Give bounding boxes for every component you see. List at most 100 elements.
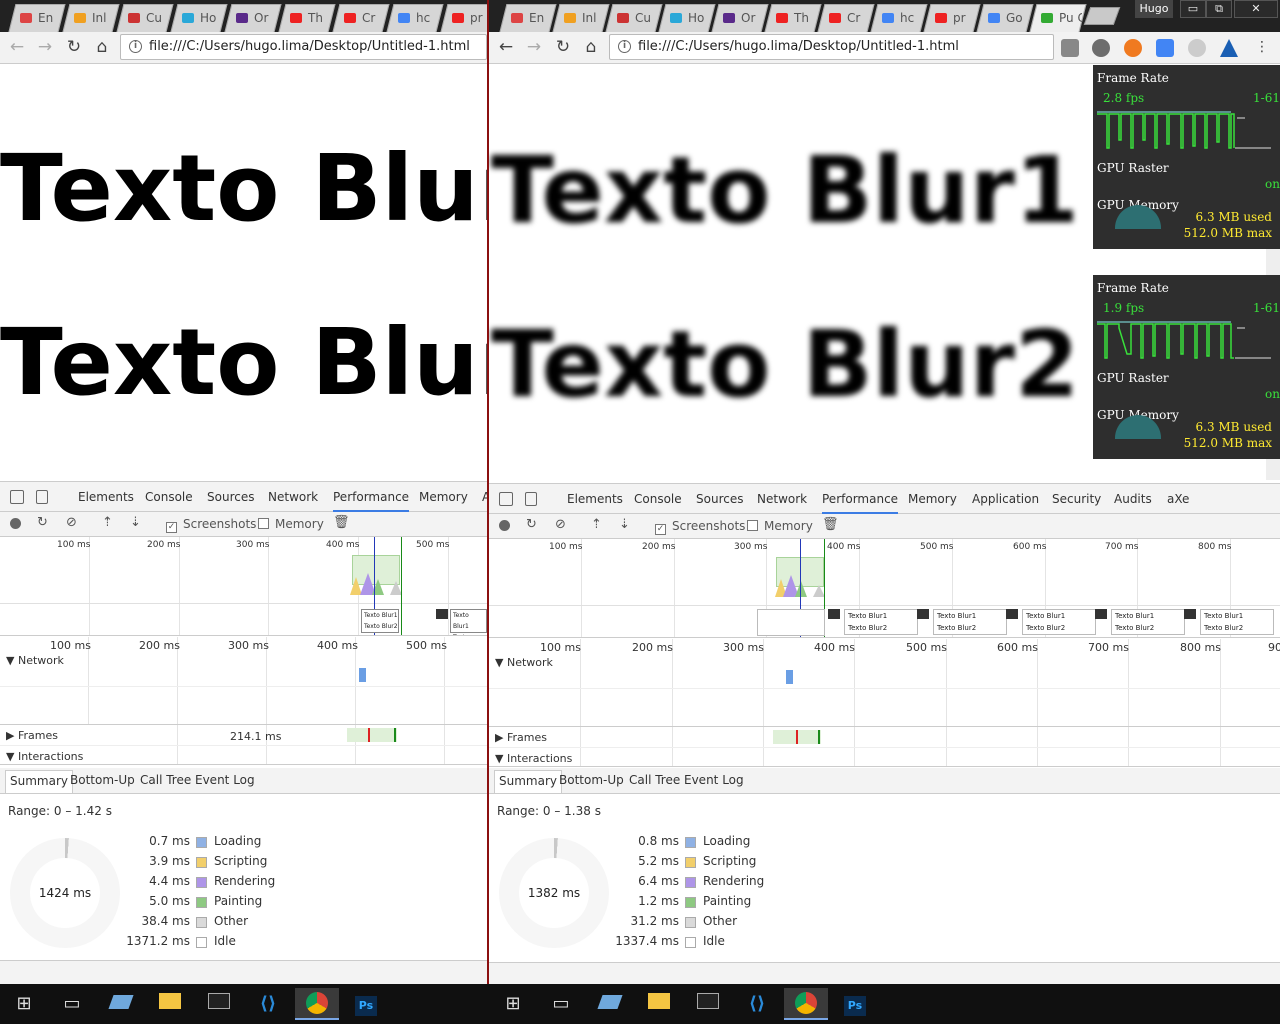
browser-tab[interactable]: Th: [764, 4, 822, 32]
timeline-overview[interactable]: 100 ms 200 ms 300 ms 400 ms 500 ms 600 m…: [489, 539, 1280, 638]
network-row-label[interactable]: ▼ Network: [6, 654, 64, 667]
inspect-icon[interactable]: [10, 490, 24, 504]
tab-call-tree[interactable]: Call Tree: [629, 773, 680, 787]
vscode-icon[interactable]: ⟨⟩: [735, 988, 779, 1020]
network-track[interactable]: 100 ms 200 ms 300 ms 400 ms 500 ms 600 m…: [489, 639, 1280, 727]
tab-axe[interactable]: aXe: [1167, 492, 1189, 506]
notepad-icon[interactable]: [588, 988, 632, 1020]
device-toggle-icon[interactable]: [36, 490, 48, 504]
save-profile-icon[interactable]: ⇣: [619, 517, 630, 532]
network-request-bar[interactable]: [359, 668, 366, 682]
reload-icon[interactable]: ↻: [552, 37, 574, 57]
new-tab-button[interactable]: [1083, 7, 1121, 25]
reload-icon[interactable]: ↻: [63, 37, 85, 57]
network-request-bar[interactable]: [786, 670, 793, 684]
browser-tab[interactable]: Cu: [605, 4, 663, 32]
back-icon[interactable]: ←: [6, 37, 28, 57]
browser-tab[interactable]: Inl: [552, 4, 610, 32]
terminal-icon[interactable]: [686, 988, 730, 1020]
browser-tab[interactable]: pr: [440, 4, 487, 32]
tab-elements[interactable]: Elements: [567, 492, 623, 506]
frames-track[interactable]: ▶ Frames ▼ Interactions: [489, 727, 1280, 767]
browser-tab[interactable]: Th: [278, 4, 336, 32]
chrome-icon[interactable]: [784, 988, 828, 1020]
clear-icon[interactable]: ⊘: [555, 517, 566, 532]
extension-no-icon[interactable]: [1124, 39, 1142, 57]
info-icon[interactable]: i: [129, 40, 142, 53]
menu-icon[interactable]: ⋮: [1251, 37, 1273, 57]
browser-tab[interactable]: Inl: [62, 4, 120, 32]
clear-icon[interactable]: ⊘: [66, 515, 77, 530]
load-profile-icon[interactable]: ⇡: [102, 515, 113, 530]
tab-bottom-up[interactable]: Bottom-Up: [70, 773, 135, 787]
address-bar[interactable]: i file:///C:/Users/hugo.lima/Desktop/Unti…: [609, 34, 1054, 60]
interactions-row-label[interactable]: ▼ Interactions: [6, 750, 83, 763]
start-icon[interactable]: ⊞: [491, 988, 535, 1020]
extension-triangle-icon[interactable]: [1220, 39, 1238, 57]
close-button[interactable]: ✕: [1234, 0, 1278, 18]
tab-event-log[interactable]: Event Log: [195, 773, 255, 787]
screenshots-checkbox[interactable]: ✓ Screenshots: [655, 519, 745, 535]
extension-icon[interactable]: [1061, 39, 1079, 57]
browser-tab-active[interactable]: Pu Ca: [1029, 4, 1087, 32]
memory-checkbox[interactable]: Memory: [258, 517, 324, 531]
tab-performance[interactable]: Performance: [333, 490, 410, 512]
profile-button[interactable]: Hugo: [1135, 0, 1173, 18]
task-view-icon[interactable]: ▭: [50, 988, 94, 1020]
tab-network[interactable]: Network: [268, 490, 318, 504]
browser-tab[interactable]: Ho: [170, 4, 228, 32]
start-icon[interactable]: ⊞: [2, 988, 46, 1020]
task-view-icon[interactable]: ▭: [539, 988, 583, 1020]
chrome-icon[interactable]: [295, 988, 339, 1020]
translate-icon[interactable]: [1156, 39, 1174, 57]
browser-tab[interactable]: Cr: [332, 4, 390, 32]
memory-checkbox[interactable]: Memory: [747, 519, 813, 533]
notepad-icon[interactable]: [99, 988, 143, 1020]
file-explorer-icon[interactable]: [637, 988, 681, 1020]
frames-row-label[interactable]: ▶ Frames: [495, 731, 547, 744]
tab-security[interactable]: Security: [1052, 492, 1101, 506]
browser-tab[interactable]: Or: [711, 4, 769, 32]
photoshop-icon[interactable]: Ps: [833, 988, 877, 1020]
tab-elements[interactable]: Elements: [78, 490, 134, 504]
record-icon[interactable]: [10, 518, 21, 529]
save-profile-icon[interactable]: ⇣: [130, 515, 141, 530]
frame-block[interactable]: [347, 728, 397, 742]
extension-recycle-icon[interactable]: [1092, 39, 1110, 57]
minimize-button[interactable]: ▭: [1180, 0, 1206, 18]
device-toggle-icon[interactable]: [525, 492, 537, 506]
browser-tab[interactable]: Cr: [817, 4, 875, 32]
reload-profile-icon[interactable]: ↻: [37, 515, 48, 530]
browser-tab[interactable]: Ho: [658, 4, 716, 32]
inspect-icon[interactable]: [499, 492, 513, 506]
network-row-label[interactable]: ▼ Network: [495, 656, 553, 669]
tab-performance[interactable]: Performance: [822, 492, 899, 514]
tab-network[interactable]: Network: [757, 492, 807, 506]
screenshots-checkbox[interactable]: ✓ Screenshots: [166, 517, 256, 533]
tab-memory[interactable]: Memory: [419, 490, 468, 504]
info-icon[interactable]: i: [618, 40, 631, 53]
home-icon[interactable]: ⌂: [580, 37, 602, 57]
load-profile-icon[interactable]: ⇡: [591, 517, 602, 532]
timeline-overview[interactable]: 100 ms 200 ms 300 ms 400 ms 500 ms Texto…: [0, 537, 487, 636]
file-explorer-icon[interactable]: [148, 988, 192, 1020]
browser-tab[interactable]: hc: [386, 4, 444, 32]
interactions-row-label[interactable]: ▼ Interactions: [495, 752, 572, 765]
home-icon[interactable]: ⌂: [91, 37, 113, 57]
browser-tab[interactable]: Or: [224, 4, 282, 32]
back-icon[interactable]: ←: [495, 37, 517, 57]
tab-audits[interactable]: Audits: [1114, 492, 1152, 506]
terminal-icon[interactable]: [197, 988, 241, 1020]
trash-icon[interactable]: 🗑: [333, 515, 350, 530]
extension-palette-icon[interactable]: [1188, 39, 1206, 57]
trash-icon[interactable]: 🗑: [822, 517, 839, 532]
forward-icon[interactable]: →: [34, 37, 56, 57]
browser-tab[interactable]: Cu: [116, 4, 174, 32]
browser-tab[interactable]: En: [8, 4, 66, 32]
frames-row-label[interactable]: ▶ Frames: [6, 729, 58, 742]
restore-button[interactable]: ⧉: [1206, 0, 1232, 18]
tab-summary[interactable]: Summary: [494, 770, 562, 793]
browser-tab[interactable]: hc: [870, 4, 928, 32]
reload-profile-icon[interactable]: ↻: [526, 517, 537, 532]
photoshop-icon[interactable]: Ps: [344, 988, 388, 1020]
